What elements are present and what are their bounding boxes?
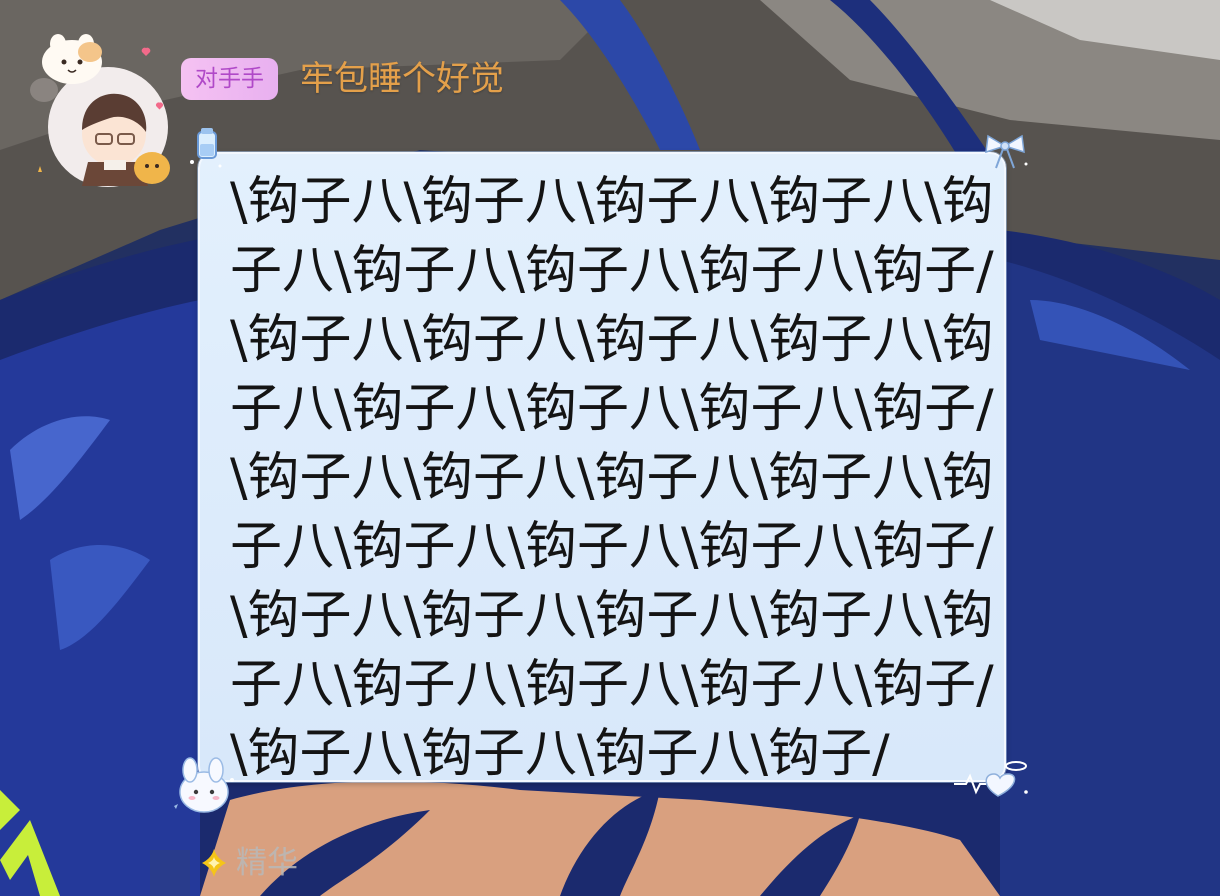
essence-label: 精华: [236, 845, 298, 881]
ribbon-bow-icon: [985, 134, 1028, 169]
essence-diamond-icon: [202, 849, 226, 877]
bunny-deco-icon: [174, 757, 234, 813]
message-text: \钩子八\钩子八\钩子八\钩子八\钩 子八\钩子八\钩子八\钩子八\钩子/ \钩…: [230, 168, 994, 789]
message-line: \钩子八\钩子八\钩子八\钩子八\钩: [230, 310, 994, 370]
message-line: 子八\钩子八\钩子八\钩子八\钩子/: [230, 379, 994, 439]
message-line: \钩子八\钩子八\钩子八\钩子八\钩: [230, 172, 994, 232]
message-line: \钩子八\钩子八\钩子八\钩子八\钩: [230, 448, 994, 508]
message-line: \钩子八\钩子八\钩子八\钩子/: [230, 724, 890, 784]
sender-nickname[interactable]: 牢包睡个好觉: [300, 56, 504, 102]
message-line: \钩子八\钩子八\钩子八\钩子八\钩: [230, 586, 994, 646]
avatar[interactable]: [22, 22, 182, 192]
message-line: 子八\钩子八\钩子八\钩子八\钩子/: [230, 241, 994, 301]
role-badge: 对手手: [181, 58, 278, 100]
message-bubble[interactable]: \钩子八\钩子八\钩子八\钩子八\钩 子八\钩子八\钩子八\钩子八\钩子/ \钩…: [198, 152, 1006, 784]
message-line: 子八\钩子八\钩子八\钩子八\钩子/: [230, 517, 994, 577]
message-line: 子八\钩子八\钩子八\钩子八\钩子/: [230, 655, 994, 715]
bottle-deco-icon: [190, 128, 222, 168]
essence-tag[interactable]: 精华: [200, 842, 298, 884]
heart-halo-icon: [954, 761, 1028, 797]
